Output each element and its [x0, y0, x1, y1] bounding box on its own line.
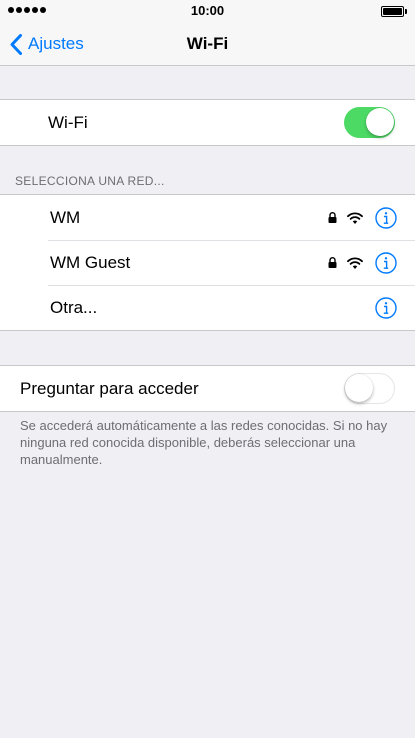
ask-to-join-label: Preguntar para acceder [20, 378, 199, 398]
lock-icon [328, 257, 337, 268]
network-row-other[interactable]: Otra... [0, 285, 415, 330]
ask-to-join-group: Preguntar para acceder [0, 365, 415, 412]
wifi-icon [347, 256, 363, 269]
network-row-wm-guest[interactable]: WM Guest [0, 240, 415, 285]
status-bar: 10:00 [0, 0, 415, 22]
wifi-label: Wi-Fi [48, 112, 88, 132]
battery-icon [381, 6, 407, 17]
wifi-toggle[interactable] [344, 107, 395, 138]
page-title: Wi-Fi [186, 34, 229, 53]
wifi-toggle-group: Wi-Fi [0, 99, 415, 146]
wifi-icon [347, 211, 363, 224]
networks-list: WM WM Guest Otra... [0, 194, 415, 331]
network-name: Otra... [50, 297, 98, 317]
info-icon[interactable] [375, 296, 397, 319]
networks-section-header: SELECCIONA UNA RED... [15, 174, 165, 188]
toggle-knob [345, 374, 373, 402]
network-name: WM [50, 207, 81, 227]
info-icon[interactable] [375, 251, 397, 274]
network-name: WM Guest [50, 252, 131, 272]
wifi-row: Wi-Fi [0, 100, 415, 145]
info-icon[interactable] [375, 206, 397, 229]
network-row-wm[interactable]: WM [0, 195, 415, 240]
ask-to-join-row: Preguntar para acceder [0, 366, 415, 411]
status-time: 10:00 [190, 3, 225, 18]
toggle-knob [366, 108, 394, 136]
ask-to-join-description: Se accederá automáticamente a las redes … [20, 418, 388, 467]
navigation-bar: Ajustes Wi-Fi [0, 22, 415, 66]
lock-icon [328, 212, 337, 223]
ask-to-join-toggle[interactable] [344, 373, 395, 404]
